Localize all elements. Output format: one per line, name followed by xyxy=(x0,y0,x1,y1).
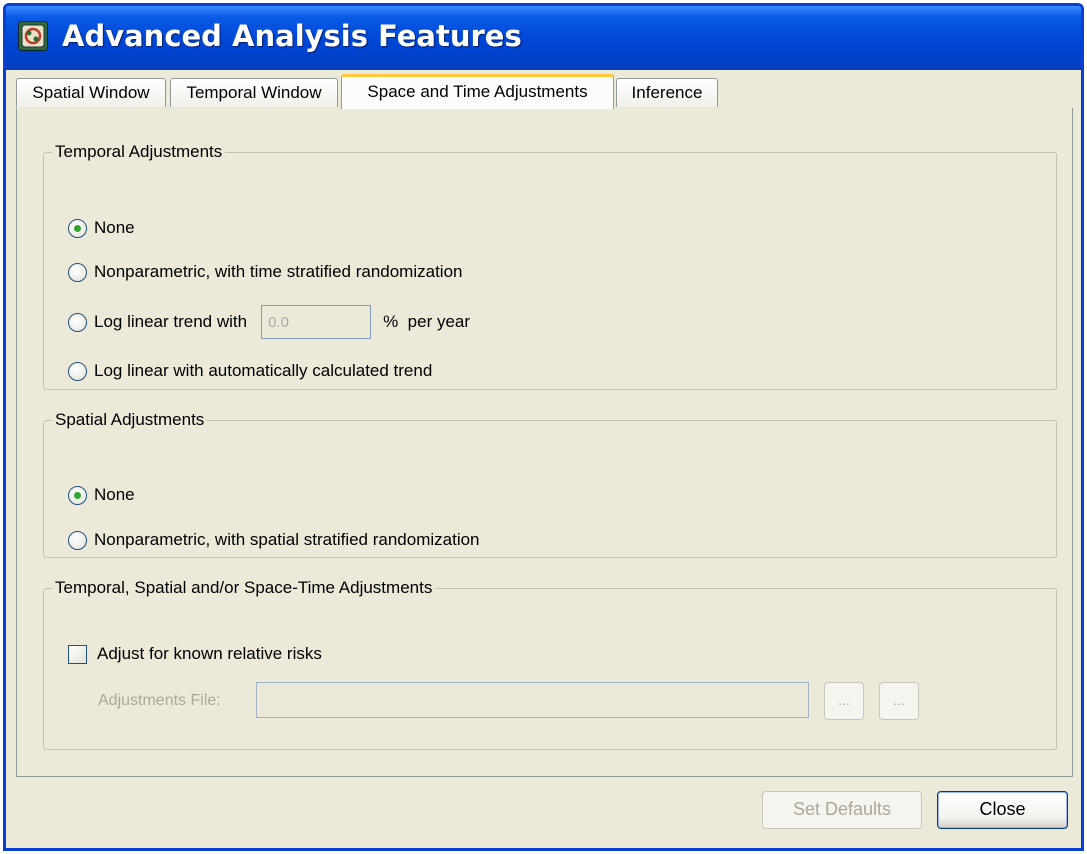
temporal-log-linear-trend-option[interactable]: Log linear trend with % per year xyxy=(68,305,471,339)
spatial-nonparametric-option[interactable]: Nonparametric, with spatial stratified r… xyxy=(68,528,480,552)
set-defaults-button[interactable]: Set Defaults xyxy=(762,791,922,829)
adjustments-file-input[interactable] xyxy=(256,682,809,718)
temporal-adjustments-group: Temporal Adjustments None Nonparametric,… xyxy=(43,142,1057,390)
space-time-adjustments-group: Temporal, Spatial and/or Space-Time Adju… xyxy=(43,578,1057,750)
temporal-log-linear-trend-label: Log linear trend with xyxy=(94,312,248,331)
window-title: Advanced Analysis Features xyxy=(62,19,522,53)
tab-space-time-adjustments[interactable]: Space and Time Adjustments xyxy=(341,74,614,109)
app-icon xyxy=(18,21,48,51)
trend-unit-label: % per year xyxy=(383,312,471,331)
temporal-none-radio[interactable] xyxy=(68,218,87,238)
tab-panel: Temporal Adjustments None Nonparametric,… xyxy=(16,108,1073,777)
temporal-nonparametric-radio[interactable] xyxy=(68,262,87,282)
spatial-nonparametric-label: Nonparametric, with spatial stratified r… xyxy=(94,530,480,549)
temporal-none-label: None xyxy=(94,218,135,237)
temporal-nonparametric-option[interactable]: Nonparametric, with time stratified rand… xyxy=(68,260,462,284)
adjust-relative-risks-label: Adjust for known relative risks xyxy=(97,644,322,663)
spatial-none-radio[interactable] xyxy=(68,485,87,505)
close-button[interactable]: Close xyxy=(937,791,1068,829)
dialog-window: Advanced Analysis Features Spatial Windo… xyxy=(3,3,1084,851)
temporal-nonparametric-label: Nonparametric, with time stratified rand… xyxy=(94,262,463,281)
spatial-none-label: None xyxy=(94,485,135,504)
spatial-nonparametric-radio[interactable] xyxy=(68,530,87,550)
temporal-log-linear-trend-radio[interactable] xyxy=(68,312,87,332)
tab-bar: Spatial Window Temporal Window Space and… xyxy=(16,74,1071,109)
trend-percent-input[interactable] xyxy=(261,305,372,339)
tab-temporal-window[interactable]: Temporal Window xyxy=(170,78,338,107)
spatial-none-option[interactable]: None xyxy=(68,483,135,507)
temporal-log-linear-auto-label: Log linear with automatically calculated… xyxy=(94,361,433,380)
adjustments-file-label: Adjustments File: xyxy=(98,692,221,709)
temporal-log-linear-auto-radio[interactable] xyxy=(68,361,87,381)
title-bar[interactable]: Advanced Analysis Features xyxy=(6,6,1081,70)
space-time-adjustments-legend: Temporal, Spatial and/or Space-Time Adju… xyxy=(55,578,433,597)
import-file-button[interactable]: ... xyxy=(879,682,919,720)
temporal-log-linear-auto-option[interactable]: Log linear with automatically calculated… xyxy=(68,359,432,383)
spatial-adjustments-group: Spatial Adjustments None Nonparametric, … xyxy=(43,410,1057,558)
tab-inference[interactable]: Inference xyxy=(616,78,718,107)
adjust-relative-risks-option[interactable]: Adjust for known relative risks xyxy=(68,642,322,666)
tab-spatial-window[interactable]: Spatial Window xyxy=(16,78,166,107)
temporal-adjustments-legend: Temporal Adjustments xyxy=(55,142,223,161)
spatial-adjustments-legend: Spatial Adjustments xyxy=(55,410,205,429)
browse-file-button[interactable]: ... xyxy=(824,682,864,720)
temporal-none-option[interactable]: None xyxy=(68,216,135,240)
adjust-relative-risks-checkbox[interactable] xyxy=(68,644,87,664)
